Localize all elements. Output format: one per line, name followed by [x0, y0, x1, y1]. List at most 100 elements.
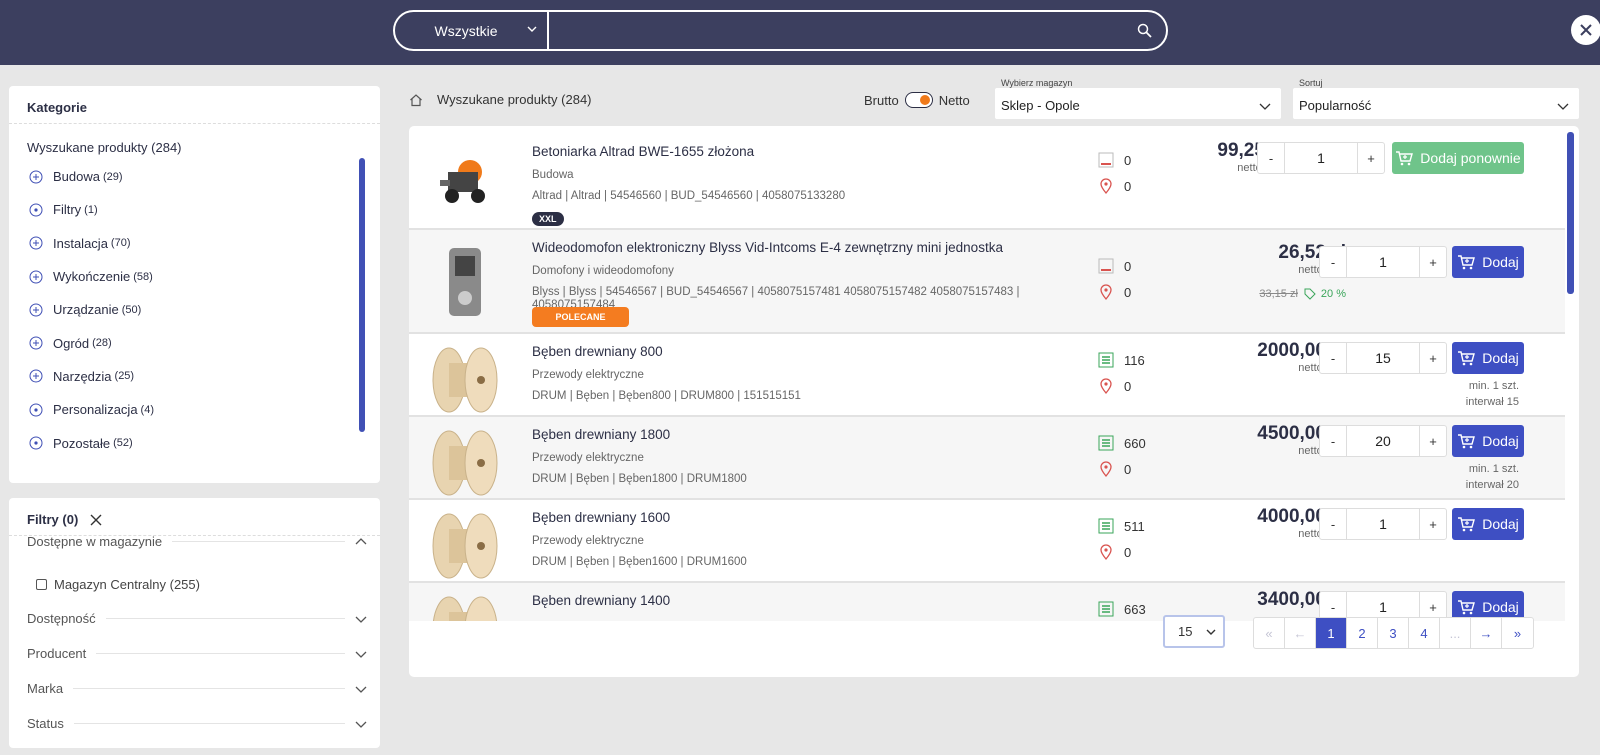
- decrease-button[interactable]: -: [1320, 426, 1347, 456]
- product-image-drum[interactable]: [427, 345, 503, 415]
- page-prev-button[interactable]: ←: [1285, 618, 1316, 648]
- home-icon[interactable]: [409, 93, 423, 107]
- page-next-button[interactable]: →: [1471, 618, 1502, 648]
- warehouse-checkbox[interactable]: Magazyn Centralny (255): [36, 577, 200, 592]
- product-name[interactable]: Bęben drewniany 800: [532, 344, 663, 359]
- product-row: Bęben drewniany 1600 Przewody elektryczne…: [409, 499, 1565, 582]
- min-interval-info: min. 1 szt. interwał 20: [1466, 461, 1519, 493]
- close-icon: [1580, 24, 1592, 36]
- increase-button[interactable]: +: [1419, 247, 1446, 277]
- filter-section-producer[interactable]: Producent: [27, 646, 367, 661]
- add-to-cart-button[interactable]: Dodaj: [1452, 508, 1524, 540]
- product-image-mixer[interactable]: [430, 150, 500, 210]
- increase-button[interactable]: +: [1419, 509, 1446, 539]
- product-image-drum[interactable]: [427, 594, 503, 621]
- category-count: (1): [84, 203, 98, 216]
- product-name[interactable]: Betoniarka Altrad BWE-1655 złożona: [532, 144, 754, 159]
- category-item[interactable]: Filtry (1): [27, 193, 347, 226]
- product-thumbnail[interactable]: [427, 142, 503, 218]
- increase-button[interactable]: +: [1419, 426, 1446, 456]
- add-to-cart-button[interactable]: Dodaj: [1452, 342, 1524, 374]
- warehouse-select[interactable]: Wybierz magazyn Sklep - Opole: [995, 78, 1281, 119]
- filter-section-availability[interactable]: Dostępność: [27, 611, 367, 626]
- search-category-select[interactable]: Wszystkie: [395, 12, 549, 49]
- add-to-cart-button[interactable]: Dodaj: [1452, 246, 1524, 278]
- category-all[interactable]: Wyszukane produkty (284): [27, 140, 347, 160]
- quantity-value[interactable]: 15: [1347, 343, 1419, 373]
- add-to-cart-button[interactable]: Dodaj ponownie: [1392, 142, 1524, 174]
- stock-central: 0: [1098, 152, 1131, 168]
- search-button[interactable]: [1122, 12, 1166, 49]
- category-item[interactable]: Budowa (29): [27, 160, 347, 193]
- category-item[interactable]: Ogród (28): [27, 326, 347, 359]
- page-button[interactable]: 1: [1316, 618, 1347, 648]
- sort-select[interactable]: Sortuj Popularność: [1293, 78, 1579, 119]
- category-item[interactable]: Narzędzia (25): [27, 360, 347, 393]
- add-to-cart-button[interactable]: Dodaj: [1452, 425, 1524, 457]
- plus-circle-icon[interactable]: [29, 303, 43, 317]
- plus-circle-icon[interactable]: [29, 236, 43, 250]
- category-scrollbar[interactable]: [359, 158, 365, 432]
- product-thumbnail[interactable]: [427, 244, 503, 320]
- per-page-select[interactable]: 15: [1163, 615, 1225, 648]
- product-name[interactable]: Bęben drewniany 1600: [532, 510, 670, 525]
- plus-circle-icon[interactable]: [29, 270, 43, 284]
- category-item[interactable]: Personalizacja (4): [27, 393, 347, 426]
- product-thumbnail[interactable]: [427, 508, 503, 584]
- plus-circle-icon[interactable]: [29, 170, 43, 184]
- decrease-button[interactable]: -: [1320, 247, 1347, 277]
- cart-icon: [1458, 434, 1476, 449]
- decrease-button[interactable]: -: [1258, 143, 1285, 173]
- decrease-button[interactable]: -: [1320, 509, 1347, 539]
- product-name[interactable]: Wideodomofon elektroniczny Blyss Vid-Int…: [532, 240, 1003, 255]
- category-item[interactable]: Wykończenie (58): [27, 260, 347, 293]
- stock-local: 0: [1098, 378, 1131, 394]
- location-pin-icon: [1100, 461, 1112, 477]
- category-item[interactable]: Urządzanie (50): [27, 293, 347, 326]
- location-pin-icon: [1100, 178, 1112, 194]
- page-first-button[interactable]: «: [1254, 618, 1285, 648]
- product-row: Wideodomofon elektroniczny Blyss Vid-Int…: [409, 229, 1565, 333]
- page-button[interactable]: 4: [1409, 618, 1440, 648]
- quantity-value[interactable]: 1: [1347, 509, 1419, 539]
- dot-circle-icon: [29, 203, 43, 217]
- filter-section-status[interactable]: Status: [27, 716, 367, 731]
- filter-section-label: Dostępne w magazynie: [27, 534, 163, 549]
- location-pin-icon: [1100, 284, 1112, 300]
- page-button[interactable]: 3: [1378, 618, 1409, 648]
- category-item[interactable]: Instalacja (70): [27, 227, 347, 260]
- checkbox[interactable]: [36, 579, 47, 590]
- quantity-value[interactable]: 1: [1285, 143, 1357, 173]
- clear-filters-icon[interactable]: [90, 514, 102, 526]
- category-item[interactable]: Pozostałe (52): [27, 426, 347, 459]
- product-thumbnail[interactable]: [427, 342, 503, 418]
- product-name[interactable]: Bęben drewniany 1800: [532, 427, 670, 442]
- quantity-value[interactable]: 1: [1347, 247, 1419, 277]
- top-bar: Wszystkie: [0, 0, 1600, 65]
- product-image-drum[interactable]: [427, 511, 503, 581]
- search-input[interactable]: [549, 12, 1122, 49]
- stock-value: 0: [1124, 178, 1132, 194]
- filter-section-warehouse[interactable]: Dostępne w magazynie: [27, 534, 367, 549]
- product-image-drum[interactable]: [427, 428, 503, 498]
- brutto-netto-switch[interactable]: [904, 92, 933, 108]
- page-button[interactable]: 2: [1347, 618, 1378, 648]
- product-image-intercom[interactable]: [445, 246, 485, 318]
- product-name[interactable]: Bęben drewniany 1400: [532, 593, 670, 608]
- filter-section-brand[interactable]: Marka: [27, 681, 367, 696]
- product-thumbnail[interactable]: [427, 591, 503, 621]
- product-row: Bęben drewniany 800 Przewody elektryczne D…: [409, 333, 1565, 416]
- quantity-value[interactable]: 20: [1347, 426, 1419, 456]
- decrease-button[interactable]: -: [1320, 343, 1347, 373]
- page-ellipsis: ...: [1440, 618, 1471, 648]
- close-button[interactable]: [1571, 15, 1600, 45]
- product-thumbnail[interactable]: [427, 425, 503, 501]
- results-scrollbar[interactable]: [1567, 132, 1574, 294]
- plus-circle-icon[interactable]: [29, 336, 43, 350]
- category-name: Filtry: [53, 202, 82, 218]
- sort-select-value: Popularność: [1299, 98, 1372, 113]
- increase-button[interactable]: +: [1357, 143, 1384, 173]
- page-last-button[interactable]: »: [1502, 618, 1533, 648]
- plus-circle-icon[interactable]: [29, 369, 43, 383]
- increase-button[interactable]: +: [1419, 343, 1446, 373]
